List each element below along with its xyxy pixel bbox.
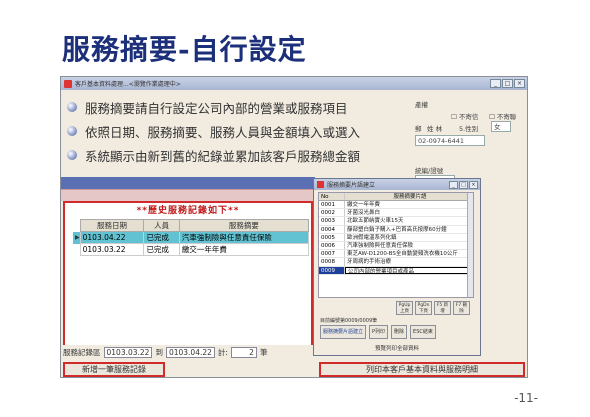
minimize-button[interactable]: _	[449, 180, 458, 189]
date-to-field[interactable]: 0103.04.22	[165, 346, 215, 358]
popup-title: 服務摘要片語建立	[327, 182, 376, 189]
bullet-icon	[67, 150, 77, 160]
phone-field[interactable]: 02-0974-6441	[415, 135, 485, 146]
table-row[interactable]: ▶ 0103.04.22 已完成 汽車強制險與任意責任保險	[73, 231, 310, 244]
list-item[interactable]: 0008 牙周病的手術治療	[319, 258, 473, 267]
sub-tab-strip	[61, 189, 315, 201]
list-item[interactable]: 0002 牙菌沒光鼻白	[319, 209, 473, 218]
range-label: 服務記錄區	[63, 347, 101, 357]
id-label: 統編/證號	[415, 167, 444, 175]
page-number: -11-	[514, 391, 538, 405]
page-down-button[interactable]: PgDn 下頁	[415, 301, 432, 315]
cell-date[interactable]: 0103.03.22	[79, 243, 145, 256]
col-date: 服務日期	[79, 219, 145, 232]
tab-strip	[61, 177, 315, 189]
window-titlebar: 客戶基本資料處理...<瀏覽作業處理中> _ □ ×	[61, 77, 527, 90]
cell-summary[interactable]: 繳交一年年費	[178, 243, 310, 256]
bullet-text: 系統顯示由新到舊的紀錄並累加該客戶服務總金額	[85, 148, 361, 164]
bullet-item: 服務摘要請自行設定公司內部的營業或服務項目	[67, 95, 407, 119]
phrase-list: No 服務摘要片語 0001 繳交一年年費 0002 牙菌沒光鼻白 0003 北歐五節納…	[318, 192, 474, 298]
label-top: 產權	[415, 101, 428, 109]
record-count: 目前編號第0009/0009筆	[320, 318, 378, 324]
cell-staff[interactable]: 已完成	[143, 231, 180, 244]
col-summary: 服務摘要	[178, 219, 310, 232]
phrase-popup: 服務摘要片語建立 _ □ × No 服務摘要片語 0001 繳交一年年費 0002 牙…	[313, 178, 481, 356]
maximize-button[interactable]: □	[502, 79, 513, 88]
app-icon	[64, 79, 72, 88]
count-label: 計:	[217, 347, 228, 357]
close-button[interactable]: ×	[514, 79, 525, 88]
list-item[interactable]: 0005 歐洲假電溫系列化鎮	[319, 233, 473, 242]
no-phone-checkbox[interactable]: ☐ 不寄聯	[489, 111, 516, 121]
bullet-item: 系統顯示由新到舊的紀錄並累加該客戶服務總金額	[67, 143, 407, 167]
slide-title: 服務摘要-自行設定	[62, 33, 307, 66]
bullet-item: 依照日期、服務摘要、服務人員與金額填入或選入	[67, 119, 407, 143]
add-button[interactable]: F5 新增	[434, 301, 451, 315]
cell-staff[interactable]: 已完成	[143, 243, 180, 256]
cell-summary[interactable]: 汽車強制險與任意責任保險	[178, 231, 310, 244]
esc-close-button[interactable]: ESC結束	[410, 325, 436, 339]
no-mail-checkbox[interactable]: ☐ 不寄信	[451, 111, 478, 121]
list-item[interactable]: 0007 東芝AW-D1200-BS全自動變頻洗衣機10公斤	[319, 250, 473, 259]
name-field[interactable]: 姓 林	[427, 123, 442, 133]
phrase-setup-button[interactable]: 服務摘要片語建立	[320, 325, 367, 339]
bullet-icon	[67, 102, 77, 112]
list-item[interactable]: 0006 汽車強制險與任意責任保險	[319, 241, 473, 251]
print-button[interactable]: P列印	[369, 325, 389, 339]
delete-text-button[interactable]: 刪除	[391, 325, 408, 339]
col-phrase: 服務摘要片語	[393, 194, 427, 200]
to-label: 到	[155, 347, 163, 357]
list-item[interactable]: 0001 繳交一年年費	[319, 201, 473, 210]
bullet-list: 服務摘要請自行設定公司內部的營業或服務項目 依照日期、服務摘要、服務人員與金額填…	[67, 95, 407, 167]
close-button[interactable]: ×	[469, 180, 478, 189]
bullet-text: 依照日期、服務摘要、服務人員與金額填入或選入	[85, 124, 361, 140]
bullet-text: 服務摘要請自行設定公司內部的營業或服務項目	[85, 100, 348, 116]
preview-print-label[interactable]: 預覽列印全部資料	[314, 344, 480, 352]
popup-actions: 服務摘要片語建立 P列印 刪除 ESC結束	[320, 325, 436, 339]
window-title: 客戶基本資料處理...<瀏覽作業處理中>	[75, 81, 181, 88]
history-panel: **歷史服務記錄如下** 服務日期 人員 服務摘要 ▶ 0103.04.22 已…	[63, 201, 313, 357]
list-scrollbar[interactable]	[467, 193, 473, 297]
list-item[interactable]: 0004 靜部塑白銷子購入+巴首高氏按摩60分鐘	[319, 225, 473, 234]
name-prefix: 郵	[415, 125, 422, 133]
popup-titlebar: 服務摘要片語建立 _ □ ×	[314, 179, 480, 190]
app-icon	[317, 181, 324, 188]
list-item[interactable]: 0003 北歐五節納實火車15天	[319, 217, 473, 226]
gender-label: 5.性別	[459, 125, 479, 133]
gender-select[interactable]: 女	[491, 121, 511, 132]
maximize-button[interactable]: □	[459, 180, 468, 189]
add-record-button[interactable]: 新增一筆服務記錄	[63, 362, 165, 377]
cell-date[interactable]: 0103.04.22	[79, 231, 145, 244]
minimize-button[interactable]: _	[490, 79, 501, 88]
count-suffix: 筆	[259, 347, 268, 357]
count-field: 2	[230, 346, 257, 358]
history-table: 服務日期 人員 服務摘要 ▶ 0103.04.22 已完成 汽車強制險與任意責任…	[73, 219, 310, 256]
print-detail-button[interactable]: 列印本客戶基本資料與服務明細	[319, 362, 525, 377]
page-up-button[interactable]: PgUp 上頁	[396, 301, 413, 315]
date-from-field[interactable]: 0103.03.22	[103, 346, 153, 358]
table-row[interactable]: 0103.03.22 已完成 繳交一年年費	[73, 243, 310, 256]
service-range-bar: 服務記錄區 0103.03.22 到 0103.04.22 計: 2 筆	[63, 345, 321, 359]
popup-nav: PgUp 上頁 PgDn 下頁 F5 新增 F7 刪除	[396, 301, 470, 315]
delete-button[interactable]: F7 刪除	[453, 301, 470, 315]
bullet-icon	[67, 126, 77, 136]
col-no: No	[319, 193, 345, 200]
list-item[interactable]: 0009 公司內部的營業項目或產品	[319, 266, 473, 275]
history-header: **歷史服務記錄如下**	[136, 206, 240, 216]
col-staff: 人員	[143, 219, 180, 232]
row-pointer-icon: ▶	[73, 231, 81, 244]
